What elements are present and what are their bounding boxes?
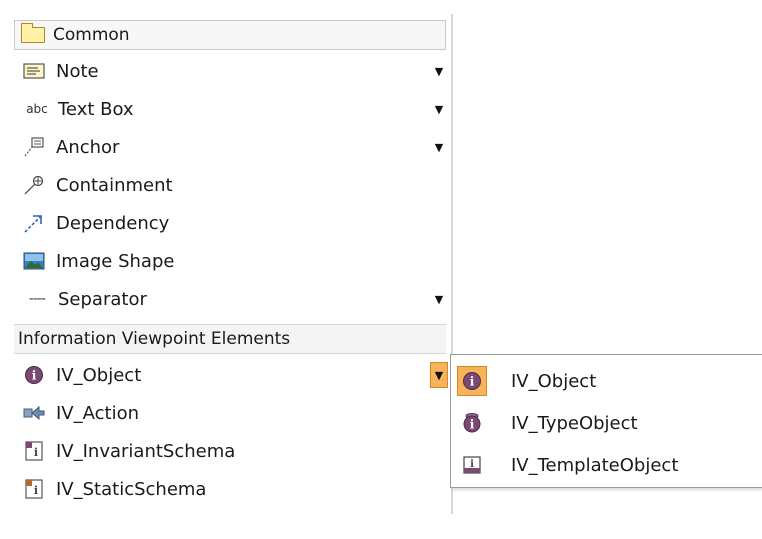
dropdown-arrow-icon[interactable]: ▼ [430,362,448,388]
palette-item-label: Separator [58,288,147,310]
iv-invariant-schema-icon: i [22,439,46,463]
separator-icon: ---- [28,291,46,307]
iv-static-schema-icon: i [22,477,46,501]
text-box-icon: abc [26,102,48,116]
palette-item-anchor[interactable]: Anchor ▼ [14,130,446,164]
palette-item-label: IV_Action [56,402,139,424]
iv-object-icon: i [457,366,487,396]
palette-item-label: Image Shape [56,250,175,272]
menu-item-iv-object[interactable]: i IV_Object [457,363,762,399]
iv-template-object-icon: i [457,450,487,480]
iv-type-object-icon: i [457,408,487,438]
dropdown-arrow-icon[interactable]: ▼ [432,138,446,156]
menu-item-label: IV_TemplateObject [511,454,679,476]
image-shape-icon [22,249,46,273]
palette-item-label: Text Box [58,98,134,120]
folder-icon [21,23,45,43]
menu-item-label: IV_TypeObject [511,412,638,434]
palette-item-dependency[interactable]: Dependency [14,206,446,240]
group-header-common[interactable]: Common [14,20,446,50]
palette-item-iv-object[interactable]: i IV_Object ▼ [14,358,448,392]
palette-item-iv-static-schema[interactable]: i IV_StaticSchema [14,472,446,506]
svg-text:i: i [34,484,38,497]
anchor-icon [22,135,46,159]
dependency-icon [22,211,46,235]
iv-object-icon: i [22,363,46,387]
svg-text:i: i [470,418,475,432]
palette-item-label: Note [56,60,99,82]
dropdown-arrow-icon[interactable]: ▼ [432,100,446,118]
note-icon [22,59,46,83]
dropdown-arrow-icon[interactable]: ▼ [432,290,446,308]
svg-text:i: i [470,375,475,389]
palette-item-label: Dependency [56,212,170,234]
palette-item-label: IV_Object [56,364,142,386]
svg-text:i: i [34,446,38,459]
palette-item-note[interactable]: Note ▼ [14,54,446,88]
palette-item-label: IV_InvariantSchema [56,440,236,462]
palette-item-iv-action[interactable]: IV_Action [14,396,446,430]
menu-item-iv-template-object[interactable]: i IV_TemplateObject [457,447,762,483]
containment-icon [22,173,46,197]
iv-action-icon [22,401,46,425]
palette-item-iv-invariant-schema[interactable]: i IV_InvariantSchema [14,434,446,468]
palette-item-label: Containment [56,174,173,196]
palette-item-label: Anchor [56,136,120,158]
menu-item-label: IV_Object [511,370,597,392]
group-header-label: Common [53,25,130,45]
palette-item-text-box[interactable]: abc Text Box ▼ [14,92,446,126]
svg-text:i: i [32,369,37,383]
menu-item-iv-type-object[interactable]: i IV_TypeObject [457,405,762,441]
svg-text:i: i [470,459,474,470]
palette-item-image-shape[interactable]: Image Shape [14,244,446,278]
palette-item-label: IV_StaticSchema [56,478,207,500]
palette-panel: Common Note ▼ abc Text Box ▼ Anchor ▼ Co… [14,14,454,524]
group-header-label: Information Viewpoint Elements [18,329,291,349]
group-header-information-viewpoint[interactable]: Information Viewpoint Elements [14,324,446,354]
palette-item-separator[interactable]: ---- Separator ▼ [14,282,446,316]
iv-object-dropdown-menu: i IV_Object i IV_TypeObject i IV_Templat… [450,354,762,488]
palette-item-containment[interactable]: Containment [14,168,446,202]
dropdown-arrow-icon[interactable]: ▼ [432,62,446,80]
